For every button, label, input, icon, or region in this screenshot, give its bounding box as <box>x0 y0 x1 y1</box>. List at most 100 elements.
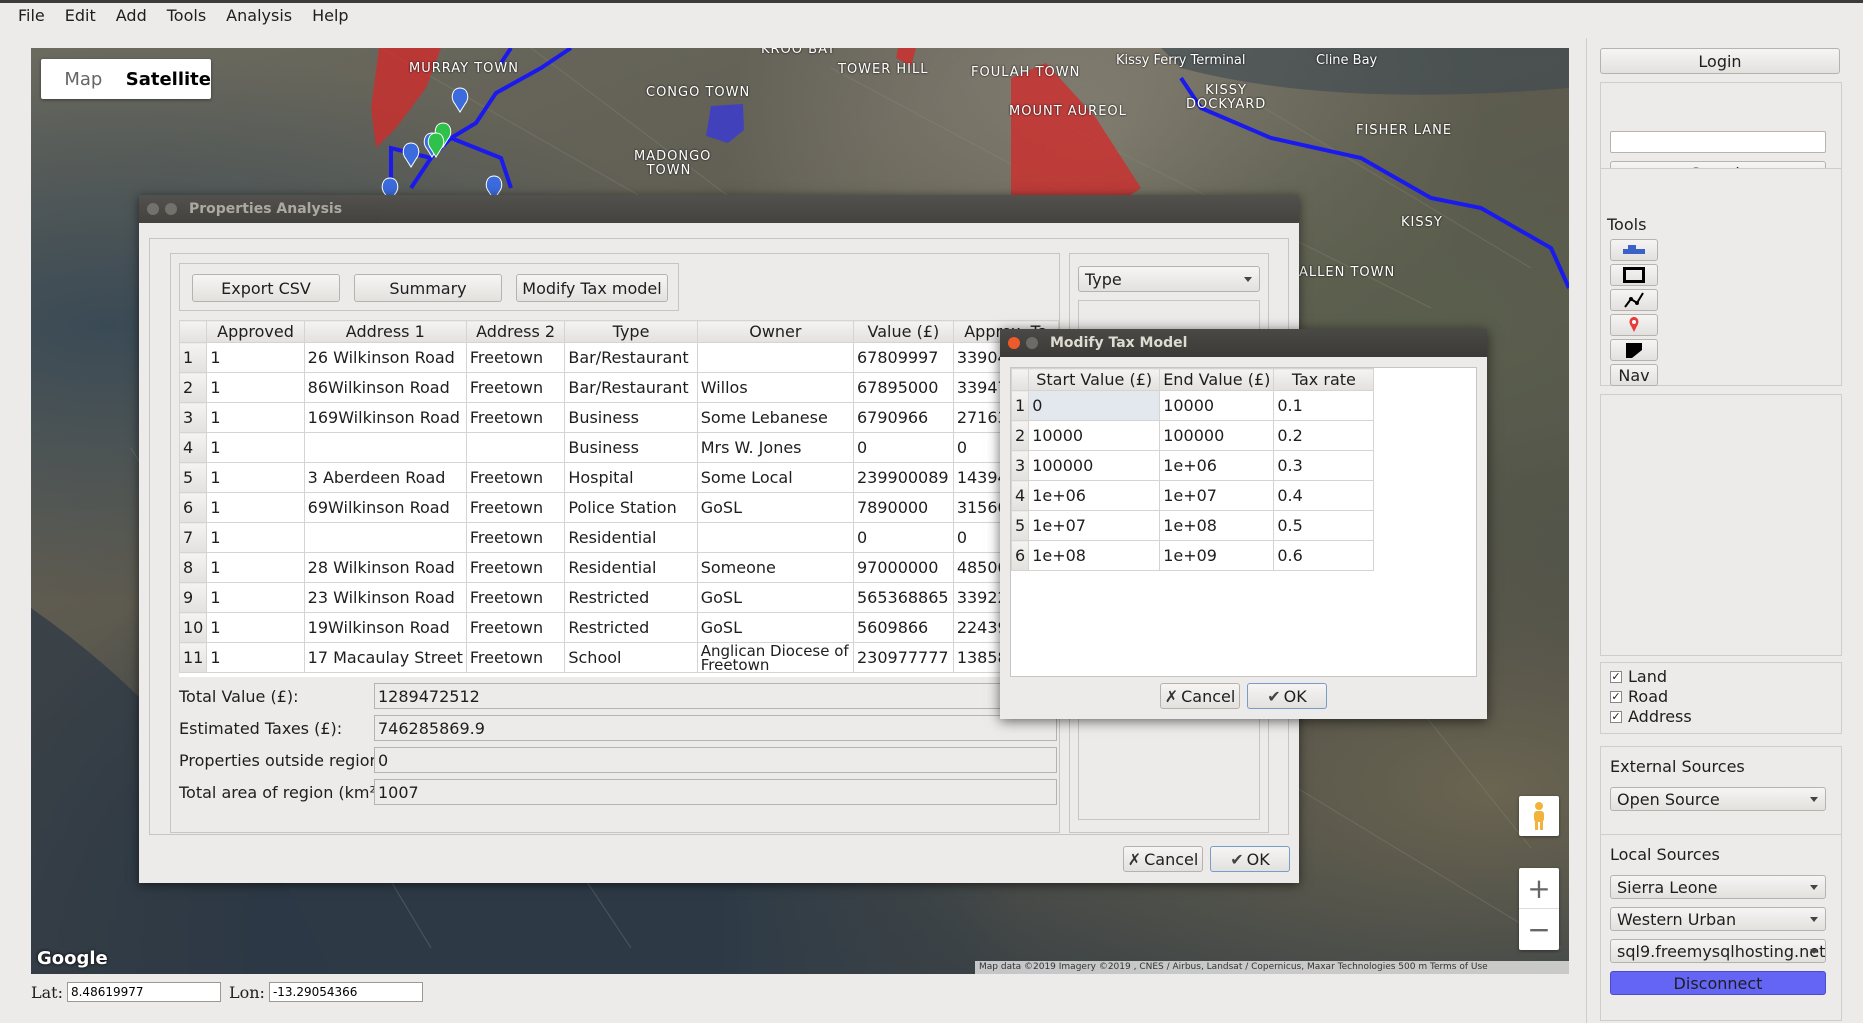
table-row[interactable]: 6 1e+08 1e+09 0.6 <box>1011 540 1375 571</box>
type-select[interactable]: Type <box>1078 266 1260 292</box>
table-cell[interactable]: 0.4 <box>1273 480 1375 511</box>
layer-land-checkbox[interactable]: ✓ Land <box>1610 667 1667 686</box>
table-cell[interactable]: Freetown <box>465 612 566 643</box>
table-cell[interactable] <box>696 342 854 373</box>
table-cell[interactable]: 10000 <box>1028 420 1161 451</box>
lat-field[interactable] <box>66 982 221 1002</box>
table-cell[interactable]: Mrs W. Jones <box>696 432 854 463</box>
table-cell[interactable]: GoSL <box>696 582 854 613</box>
table-row[interactable]: 7 1 Freetown Residential 0 0 <box>179 522 1059 553</box>
table-cell[interactable]: 1 <box>206 522 305 553</box>
table-cell[interactable]: 97000000 <box>852 552 954 583</box>
menu-file[interactable]: File <box>8 6 55 25</box>
table-cell[interactable]: Freetown <box>465 492 566 523</box>
close-icon[interactable] <box>147 203 159 215</box>
table-cell[interactable]: Some Lebanese <box>696 402 854 433</box>
table-cell[interactable]: 1 <box>206 342 305 373</box>
table-cell[interactable]: 0 <box>1028 390 1161 421</box>
column-header[interactable]: Tax rate <box>1273 368 1375 391</box>
table-cell[interactable]: Residential <box>564 552 698 583</box>
table-row[interactable]: 8 1 28 Wilkinson Road Freetown Residential So… <box>179 552 1059 583</box>
zoom-out-button[interactable]: − <box>1519 909 1559 950</box>
tax-model-table[interactable]: Start Value (£) End Value (£) Tax rate 1… <box>1010 367 1477 677</box>
table-cell[interactable]: Restricted <box>564 582 698 613</box>
table-cell[interactable]: GoSL <box>696 492 854 523</box>
table-cell[interactable]: Freetown <box>465 522 566 553</box>
menu-edit[interactable]: Edit <box>55 6 106 25</box>
table-row[interactable]: 513 Aberdeen Road Freetown Hospital Some Lo… <box>179 462 1059 493</box>
summary-button[interactable]: Summary <box>354 274 502 302</box>
table-cell[interactable]: 0.6 <box>1273 540 1375 571</box>
table-cell[interactable]: 0.1 <box>1273 390 1375 421</box>
minimize-icon[interactable] <box>165 203 177 215</box>
tool-polygon-icon[interactable] <box>1610 339 1658 361</box>
region-select[interactable]: Western Urban <box>1610 907 1826 931</box>
table-cell[interactable]: 239900089 <box>852 462 954 493</box>
street-view-pegman-icon[interactable] <box>1519 796 1559 836</box>
table-cell[interactable]: 28 Wilkinson Road <box>303 552 467 583</box>
tool-rectangle-icon[interactable] <box>1610 264 1658 286</box>
close-icon[interactable] <box>1008 337 1020 349</box>
search-input[interactable] <box>1610 131 1826 153</box>
table-cell[interactable]: 1 <box>206 432 305 463</box>
column-header[interactable]: Address 2 <box>465 320 566 343</box>
table-cell[interactable]: Residential <box>564 522 698 553</box>
table-cell[interactable]: 1e+07 <box>1028 510 1161 541</box>
table-row[interactable]: 3 100000 1e+06 0.3 <box>1011 450 1375 481</box>
map-type-map-button[interactable]: Map <box>41 59 126 99</box>
table-cell[interactable]: 1e+06 <box>1028 480 1161 511</box>
table-cell[interactable] <box>465 432 566 463</box>
table-cell[interactable]: 5609866 <box>852 612 954 643</box>
table-row[interactable]: 1 0 10000 0.1 <box>1011 390 1375 421</box>
table-cell[interactable]: 1 <box>206 462 305 493</box>
table-cell[interactable]: 230977777 <box>852 642 954 673</box>
table-cell[interactable]: Freetown <box>465 372 566 403</box>
login-button[interactable]: Login <box>1600 48 1840 74</box>
table-cell[interactable]: 7890000 <box>852 492 954 523</box>
table-row[interactable]: 5 1e+07 1e+08 0.5 <box>1011 510 1375 541</box>
table-cell[interactable]: Bar/Restaurant <box>564 342 698 373</box>
table-row[interactable]: 6 1 69Wilkinson Road Freetown Police Station… <box>179 492 1059 523</box>
table-cell[interactable]: Anglican Diocese of Freetown <box>696 642 854 673</box>
menu-analysis[interactable]: Analysis <box>216 6 302 25</box>
table-cell[interactable]: 100000 <box>1159 420 1275 451</box>
modify-tax-model-titlebar[interactable]: Modify Tax Model <box>1000 329 1487 357</box>
table-cell[interactable]: Some Local <box>696 462 854 493</box>
table-cell[interactable]: 565368865 <box>852 582 954 613</box>
table-row[interactable]: 4 1 Business Mrs W. Jones 0 0 <box>179 432 1059 463</box>
table-cell[interactable]: 23 Wilkinson Road <box>303 582 467 613</box>
table-cell[interactable]: 69Wilkinson Road <box>303 492 467 523</box>
minimize-icon[interactable] <box>1026 337 1038 349</box>
table-cell[interactable]: 1e+08 <box>1159 510 1275 541</box>
tool-polyline-icon[interactable] <box>1610 289 1658 311</box>
properties-table[interactable]: Approved Address 1 Address 2 Type Owner … <box>179 320 1059 677</box>
table-cell[interactable]: 1e+09 <box>1159 540 1275 571</box>
menu-help[interactable]: Help <box>302 6 358 25</box>
summary-value-field[interactable]: 1007 <box>374 779 1057 805</box>
table-cell[interactable]: School <box>564 642 698 673</box>
table-cell[interactable]: Police Station <box>564 492 698 523</box>
table-cell[interactable]: 1e+08 <box>1028 540 1161 571</box>
properties-analysis-titlebar[interactable]: Properties Analysis <box>139 195 1299 223</box>
table-cell[interactable]: 0.2 <box>1273 420 1375 451</box>
table-cell[interactable]: Freetown <box>465 642 566 673</box>
table-cell[interactable]: Freetown <box>465 462 566 493</box>
layer-address-checkbox[interactable]: ✓ Address <box>1610 707 1692 726</box>
table-cell[interactable]: Freetown <box>465 582 566 613</box>
table-cell[interactable]: 67895000 <box>852 372 954 403</box>
table-cell[interactable]: 169Wilkinson Road <box>303 402 467 433</box>
column-header[interactable]: End Value (£) <box>1159 368 1275 391</box>
lon-field[interactable] <box>268 982 423 1002</box>
disconnect-button[interactable]: Disconnect <box>1610 971 1826 995</box>
table-cell[interactable]: Someone <box>696 552 854 583</box>
table-row[interactable]: 4 1e+06 1e+07 0.4 <box>1011 480 1375 511</box>
properties-ok-button[interactable]: ✔ OK <box>1210 846 1290 872</box>
tax-model-cancel-button[interactable]: ✗ Cancel <box>1160 683 1240 709</box>
country-select[interactable]: Sierra Leone <box>1610 875 1826 899</box>
layer-road-checkbox[interactable]: ✓ Road <box>1610 687 1668 706</box>
table-row[interactable]: 2 10000 100000 0.2 <box>1011 420 1375 451</box>
table-cell[interactable]: 19Wilkinson Road <box>303 612 467 643</box>
map-type-satellite-button[interactable]: Satellite <box>126 59 211 99</box>
host-select[interactable]: sql9.freemysqlhosting.net <box>1610 939 1826 963</box>
table-cell[interactable]: 1 <box>206 402 305 433</box>
